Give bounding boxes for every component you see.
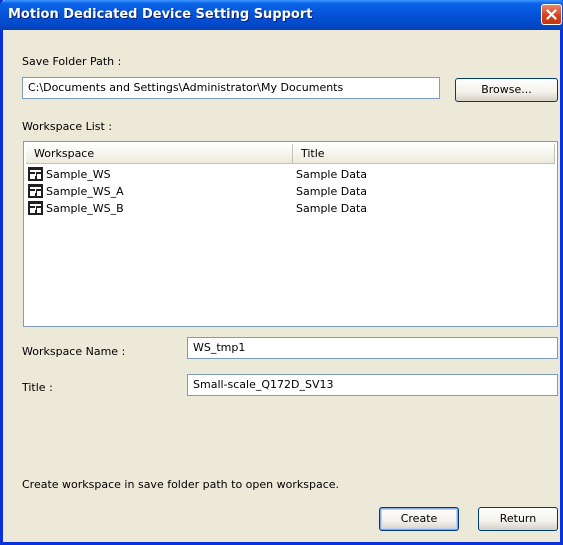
create-button[interactable]: Create (379, 507, 459, 531)
workspace-list[interactable]: Workspace Title Sample_WS Sample Data Sa… (23, 141, 558, 327)
workspace-name-input[interactable]: WS_tmp1 (187, 337, 558, 359)
workspace-title-cell: Sample Data (296, 185, 368, 198)
window-title: Motion Dedicated Device Setting Support (8, 7, 313, 22)
workspace-name-cell: Sample_WS (46, 168, 111, 181)
browse-button[interactable]: Browse... (455, 78, 558, 102)
workspace-title-cell: Sample Data (296, 202, 368, 215)
list-header: Workspace Title (26, 144, 555, 164)
workspace-list-label: Workspace List : (22, 120, 113, 133)
info-message: Create workspace in save folder path to … (22, 478, 340, 491)
close-icon (546, 9, 557, 20)
workspace-name-cell: Sample_WS_B (46, 202, 124, 215)
return-button[interactable]: Return (478, 507, 558, 531)
title-input[interactable]: Small-scale_Q172D_SV13 (187, 374, 558, 396)
close-button[interactable] (541, 4, 562, 25)
title-bar[interactable]: Motion Dedicated Device Setting Support (0, 0, 563, 30)
workspace-title-cell: Sample Data (296, 168, 368, 181)
workspace-icon (28, 184, 43, 198)
column-header-title[interactable]: Title (293, 144, 555, 163)
workspace-name-cell: Sample_WS_A (46, 185, 124, 198)
save-folder-label: Save Folder Path : (22, 55, 122, 68)
save-folder-path-input[interactable]: C:\Documents and Settings\Administrator\… (22, 77, 440, 99)
workspace-icon (28, 201, 43, 215)
column-header-workspace[interactable]: Workspace (26, 144, 293, 163)
workspace-icon (28, 167, 43, 181)
title-label: Title : (22, 381, 53, 394)
workspace-name-label: Workspace Name : (22, 345, 126, 358)
dialog-window: Motion Dedicated Device Setting Support … (0, 0, 563, 545)
